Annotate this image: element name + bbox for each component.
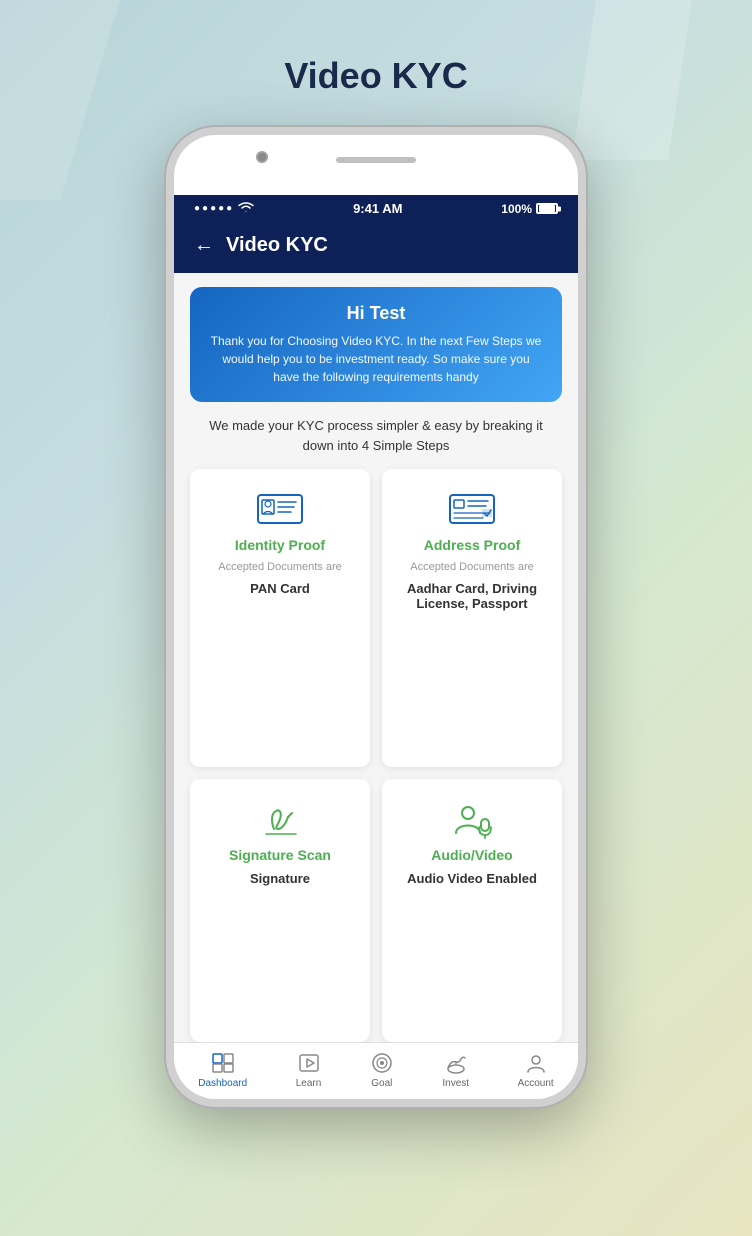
goal-icon [370,1051,394,1075]
kyc-cards-grid: Identity Proof Accepted Documents are PA… [174,469,578,1042]
audio-video-title: Audio/Video [431,847,512,863]
address-proof-subtitle: Accepted Documents are [410,561,534,573]
audio-video-doc: Audio Video Enabled [407,871,537,886]
header-title: Video KYC [226,234,328,257]
signature-scan-title: Signature Scan [229,847,331,863]
learn-icon [297,1051,321,1075]
phone-camera [256,151,268,163]
nav-learn[interactable]: Learn [296,1051,322,1089]
nav-dashboard[interactable]: Dashboard [198,1051,247,1089]
bottom-navigation: Dashboard Learn [174,1042,578,1099]
status-time: 9:41 AM [353,201,402,216]
bg-decoration-right [572,0,692,160]
identity-proof-doc: PAN Card [250,581,310,596]
signal-dots: ●●●●● [194,203,234,214]
steps-info: We made your KYC process simpler & easy … [174,416,578,469]
audio-video-card[interactable]: Audio/Video Audio Video Enabled [382,779,562,1042]
invest-label: Invest [442,1078,469,1089]
battery-percentage: 100% [501,202,532,216]
phone-speaker [336,157,416,163]
signature-scan-doc: Signature [250,871,310,886]
learn-label: Learn [296,1078,322,1089]
dashboard-icon [211,1051,235,1075]
welcome-greeting: Hi Test [210,303,542,324]
nav-invest[interactable]: Invest [442,1051,469,1089]
status-bar: ●●●●● 9:41 AM 100% [174,195,578,222]
account-label: Account [518,1078,554,1089]
signature-icon [255,799,305,839]
address-proof-title: Address Proof [424,537,520,553]
address-proof-doc: Aadhar Card, Driving License, Passport [394,581,550,611]
status-right: 100% [501,202,558,216]
nav-account[interactable]: Account [518,1051,554,1089]
back-button[interactable]: ← [194,234,214,257]
wifi-icon [238,201,254,216]
status-left: ●●●●● [194,201,254,216]
identity-proof-card[interactable]: Identity Proof Accepted Documents are PA… [190,469,370,767]
page-title: Video KYC [284,55,467,97]
phone-screen: ●●●●● 9:41 AM 100% ← Video KY [174,195,578,1099]
invest-icon [444,1051,468,1075]
app-header: ← Video KYC [174,222,578,273]
goal-label: Goal [371,1078,392,1089]
signature-scan-card[interactable]: Signature Scan Signature [190,779,370,1042]
id-card-icon [255,489,305,529]
identity-proof-subtitle: Accepted Documents are [218,561,342,573]
identity-proof-title: Identity Proof [235,537,325,553]
address-card-icon [447,489,497,529]
welcome-banner: Hi Test Thank you for Choosing Video KYC… [190,287,562,402]
account-icon [524,1051,548,1075]
audio-video-icon [447,799,497,839]
welcome-message: Thank you for Choosing Video KYC. In the… [210,332,542,386]
nav-goal[interactable]: Goal [370,1051,394,1089]
screen-content: Hi Test Thank you for Choosing Video KYC… [174,273,578,1042]
battery-icon [536,203,558,214]
phone-frame: ●●●●● 9:41 AM 100% ← Video KY [166,127,586,1107]
dashboard-label: Dashboard [198,1078,247,1089]
phone-top-hardware [174,135,578,195]
address-proof-card[interactable]: Address Proof Accepted Documents are Aad… [382,469,562,767]
